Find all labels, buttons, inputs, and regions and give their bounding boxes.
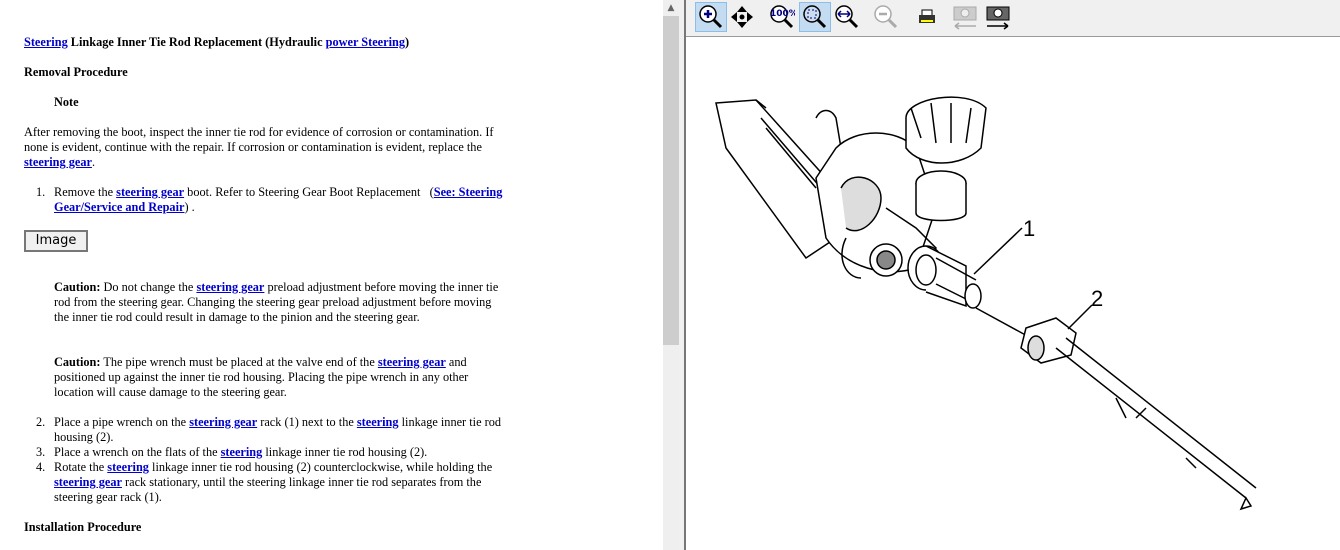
steering-gear-housing bbox=[715, 96, 987, 279]
zoom-100-icon: 100% bbox=[770, 5, 795, 29]
steering-link[interactable]: steering bbox=[107, 460, 149, 474]
note-text: After removing the boot, inspect the inn… bbox=[24, 125, 494, 169]
inner-tie-rod bbox=[1020, 317, 1257, 511]
pan-button[interactable] bbox=[726, 2, 758, 32]
steering-gear-link[interactable]: steering gear bbox=[196, 280, 264, 294]
scroll-up-arrow-icon[interactable]: ▲ bbox=[663, 0, 679, 16]
zoom-width-button[interactable] bbox=[831, 2, 863, 32]
steering-gear-link[interactable]: steering gear bbox=[116, 185, 184, 199]
steering-link[interactable]: Steering bbox=[24, 35, 68, 49]
print-button[interactable] bbox=[911, 2, 943, 32]
power-steering-link[interactable]: power Steering bbox=[326, 35, 405, 49]
title-end: ) bbox=[404, 35, 410, 49]
callout-1: 1 bbox=[1023, 216, 1035, 241]
scrollbar-thumb[interactable] bbox=[663, 16, 679, 345]
save-image-button[interactable] bbox=[982, 2, 1014, 32]
zoom-fit-icon bbox=[803, 5, 827, 29]
zoom-out-icon bbox=[874, 5, 898, 29]
image-button[interactable]: Image bbox=[24, 230, 88, 252]
zoom-out-button[interactable] bbox=[870, 2, 902, 32]
zoom-in-icon bbox=[699, 5, 723, 29]
image-viewer: 100% 1 2 bbox=[686, 0, 1340, 550]
zoom-fit-button[interactable] bbox=[799, 2, 831, 32]
zoom-in-button[interactable] bbox=[695, 2, 727, 32]
steering-gear-link[interactable]: steering gear bbox=[54, 475, 122, 489]
steering-gear-link[interactable]: steering gear bbox=[189, 415, 257, 429]
viewer-toolbar: 100% bbox=[686, 0, 1340, 37]
copy-image-button[interactable] bbox=[949, 2, 981, 32]
tie-rod-diagram: 1 2 bbox=[715, 96, 1257, 511]
steering-link[interactable]: steering bbox=[221, 445, 263, 459]
step-2: 2. Place a pipe wrench on the steering ge… bbox=[36, 415, 501, 444]
title-text: Linkage Inner Tie Rod Replacement (Hydra… bbox=[67, 35, 326, 49]
step-4: 4. Rotate the steering linkage inner tie … bbox=[36, 460, 493, 504]
caution-2: Caution: The pipe wrench must be placed … bbox=[54, 355, 469, 399]
removal-heading: Removal Procedure bbox=[24, 65, 128, 79]
document-pane: Steering Linkage Inner Tie Rod Replaceme… bbox=[0, 0, 663, 550]
print-icon bbox=[919, 9, 935, 23]
svg-text:100%: 100% bbox=[770, 9, 795, 19]
step-3: 3. Place a wrench on the flats of the ste… bbox=[36, 445, 428, 459]
copy-image-icon bbox=[953, 6, 977, 30]
zoom-100-button[interactable]: 100% bbox=[766, 2, 798, 32]
callouts bbox=[973, 227, 1093, 330]
zoom-width-icon bbox=[835, 5, 859, 29]
steering-link[interactable]: steering bbox=[357, 415, 399, 429]
vertical-scrollbar[interactable]: ▲ bbox=[663, 0, 679, 550]
steering-gear-link[interactable]: steering gear bbox=[24, 155, 92, 169]
step-1: 1. Remove the steering gear boot. Refer t… bbox=[36, 185, 503, 214]
note-label: Note bbox=[54, 95, 79, 109]
rack bbox=[907, 245, 1032, 339]
callout-2: 2 bbox=[1091, 286, 1103, 311]
pan-icon bbox=[731, 6, 753, 28]
page-title: Steering Linkage Inner Tie Rod Replaceme… bbox=[24, 35, 514, 50]
installation-heading: Installation Procedure bbox=[24, 520, 142, 534]
save-image-icon bbox=[986, 6, 1010, 30]
steering-gear-link[interactable]: steering gear bbox=[378, 355, 446, 369]
caution-1: Caution: Do not change the steering gear… bbox=[54, 280, 499, 324]
pane-splitter[interactable] bbox=[679, 0, 686, 550]
